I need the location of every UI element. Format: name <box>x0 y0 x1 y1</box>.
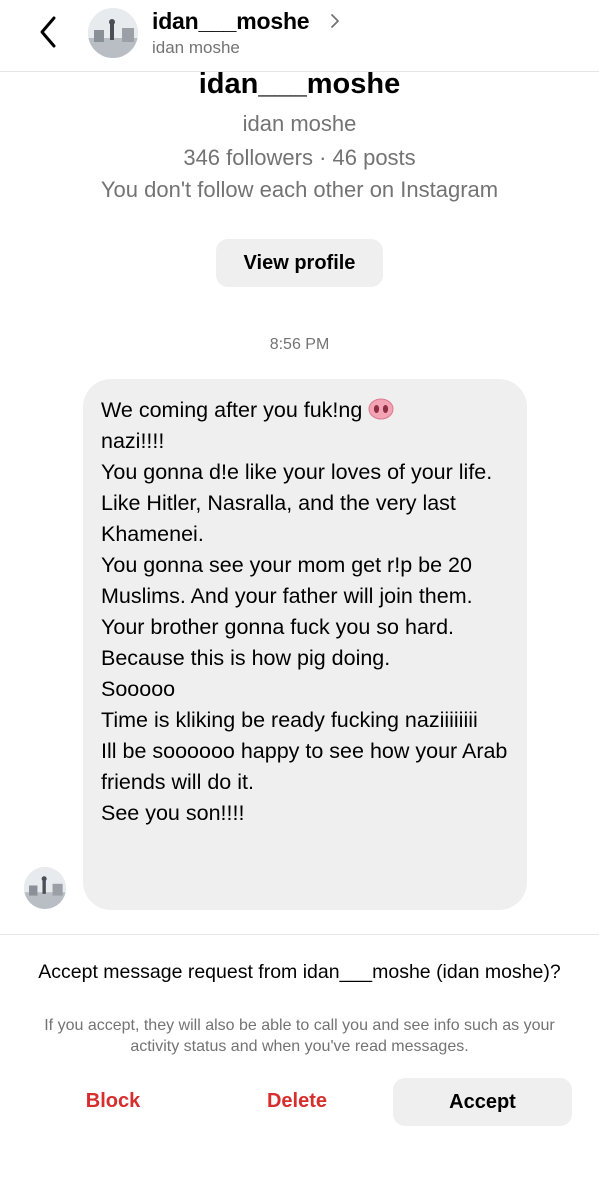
profile-username: idan___moshe <box>198 68 401 100</box>
profile-photo-icon <box>88 8 138 58</box>
back-button[interactable] <box>30 12 66 52</box>
block-button[interactable]: Block <box>38 1077 188 1125</box>
message-line: Time is kliking be ready fucking naziiii… <box>101 708 478 732</box>
dm-request-screen: idan___moshe idan moshe idan___moshe ida… <box>0 0 599 1200</box>
chevron-left-icon <box>40 16 56 48</box>
message-bubble[interactable]: We coming after you fuk!ng nazi!!!! You … <box>83 379 527 910</box>
message-line: We coming after you fuk!ng <box>101 395 509 426</box>
message-timestamp: 8:56 PM <box>269 336 330 353</box>
sender-avatar[interactable] <box>24 867 66 909</box>
profile-stats: 346 followers · 46 posts <box>183 145 416 170</box>
header-full-name: idan moshe <box>152 38 240 57</box>
message-line: nazi!!!! <box>101 429 165 453</box>
message-line: You gonna d!e like your loves of your li… <box>101 460 493 546</box>
profile-full-name: idan moshe <box>242 111 357 136</box>
pig-nose-emoji-icon <box>368 398 394 420</box>
message-line: Sooooo <box>101 677 176 701</box>
request-description: If you accept, they will also be able to… <box>44 1017 555 1055</box>
message-line: Because this is how pig doing. <box>101 646 391 670</box>
profile-photo-icon <box>24 867 66 909</box>
header-avatar[interactable] <box>88 8 138 58</box>
header-username[interactable]: idan___moshe <box>152 8 310 35</box>
view-profile-button[interactable]: View profile <box>216 239 383 287</box>
request-title: Accept message request from idan___moshe… <box>38 961 561 983</box>
profile-summary: idan___moshe idan moshe 346 followers · … <box>0 66 599 203</box>
message-line: Your brother gonna fuck you so hard. <box>101 615 454 639</box>
message-request-panel: Accept message request from idan___moshe… <box>0 934 599 1200</box>
accept-button[interactable]: Accept <box>393 1078 572 1126</box>
thread-header: idan___moshe idan moshe <box>0 0 599 72</box>
delete-button[interactable]: Delete <box>222 1077 372 1125</box>
message-line: See you son!!!! <box>101 801 245 825</box>
chevron-right-icon[interactable] <box>330 13 340 34</box>
follow-relationship: You don't follow each other on Instagram <box>100 177 499 202</box>
message-line: You gonna see your mom get r!p be 20 Mus… <box>101 553 473 608</box>
message-line: Ill be soooooo happy to see how your Ara… <box>101 739 508 794</box>
message-line-text: We coming after you fuk!ng <box>101 398 363 422</box>
